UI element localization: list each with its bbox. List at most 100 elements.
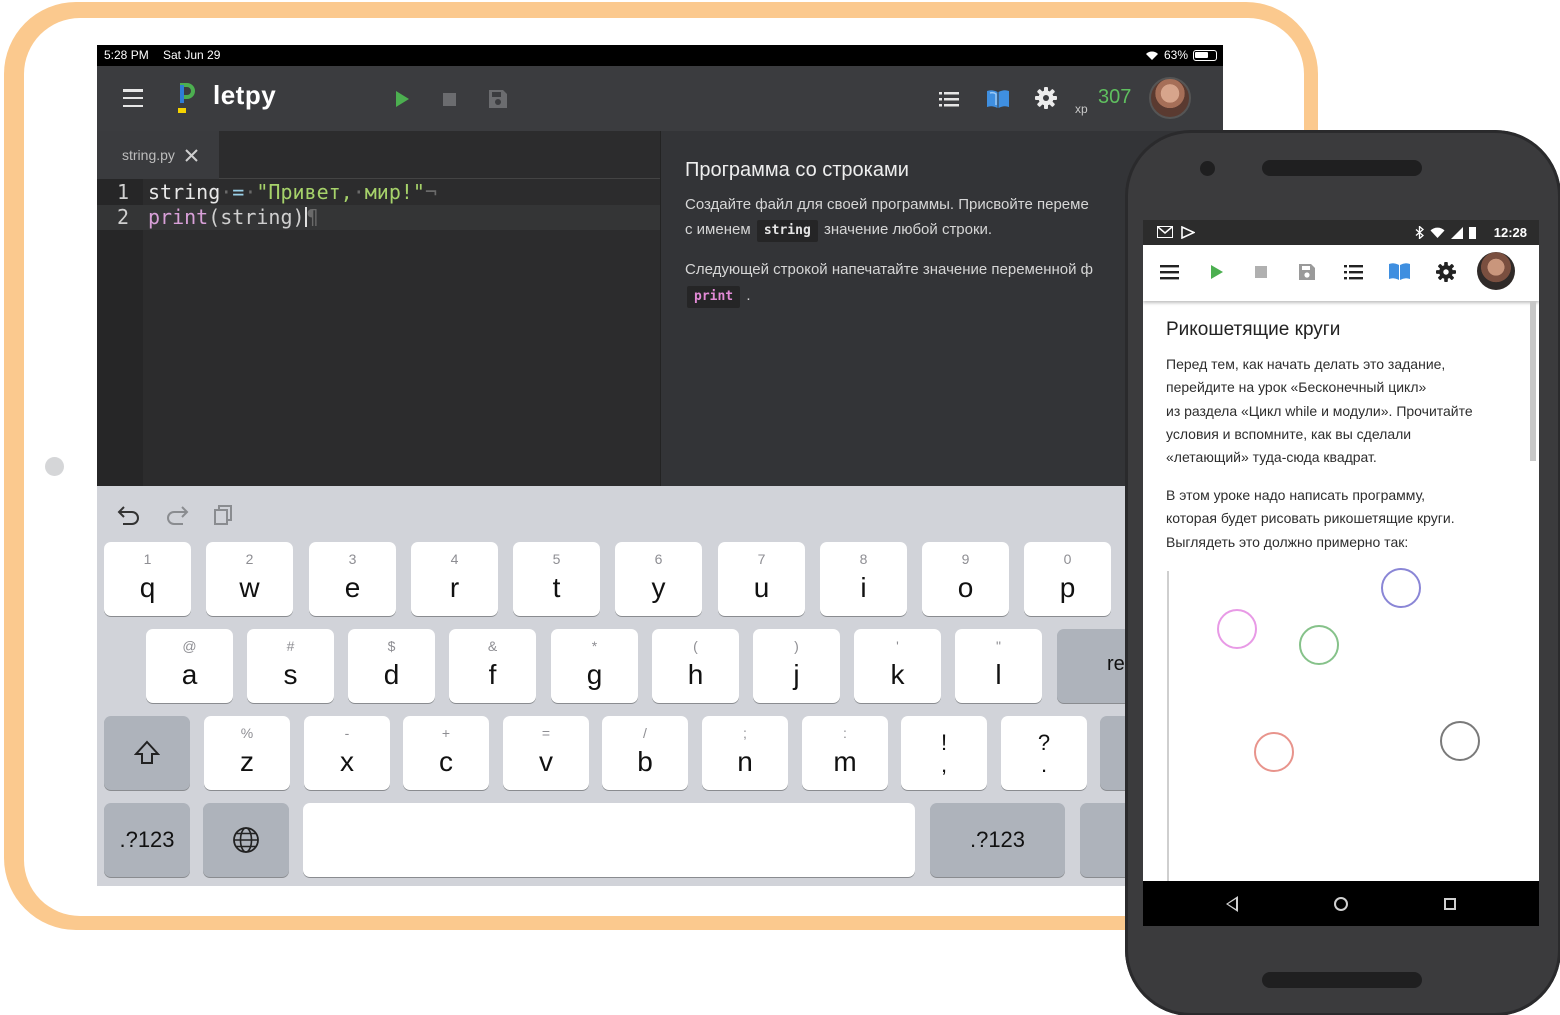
key-alt-label: 2 <box>245 551 254 567</box>
user-avatar[interactable] <box>1477 252 1515 290</box>
key-label: s <box>283 659 298 690</box>
key-a[interactable]: @ a <box>146 629 233 703</box>
home-icon[interactable] <box>1334 897 1348 911</box>
key-alt-label: * <box>591 638 598 654</box>
space-key[interactable] <box>303 803 915 877</box>
key-w[interactable]: 2w <box>206 542 293 616</box>
save-button[interactable] <box>487 88 509 110</box>
key-q[interactable]: 1q <box>104 542 191 616</box>
key-y[interactable]: 6y <box>615 542 702 616</box>
editor-tab-strip: string.py <box>97 131 660 179</box>
list-icon[interactable] <box>1344 264 1363 280</box>
code-editor[interactable]: string.py 1 string·=·"Привет,·мир!"¬ 2 p… <box>97 131 660 486</box>
key-alt-label: 4 <box>450 551 459 567</box>
key-label: l <box>995 659 1002 690</box>
key-h[interactable]: (h <box>652 629 739 703</box>
key-c[interactable]: + c <box>403 716 489 790</box>
key-p[interactable]: 0p <box>1024 542 1111 616</box>
key-r[interactable]: 4r <box>411 542 498 616</box>
key-d[interactable]: $ d <box>348 629 435 703</box>
inline-code: string <box>756 220 818 242</box>
code-line[interactable]: 1 string·=·"Привет,·мир!"¬ <box>97 180 660 205</box>
menu-icon-bar <box>123 89 143 92</box>
key-alt-label: 3 <box>348 551 357 567</box>
tablet-home-indicator <box>45 457 64 476</box>
phone-device: 12:28 Рикошетящие круги Перед тем, как н… <box>1125 130 1560 1015</box>
back-icon[interactable] <box>1226 896 1238 912</box>
task-text-line: с именем string значение любой строки. <box>685 218 992 242</box>
wifi-icon <box>1430 227 1445 238</box>
wifi-icon <box>1145 51 1158 60</box>
key-x[interactable]: -x <box>304 716 390 790</box>
run-button[interactable] <box>392 89 412 109</box>
key-o[interactable]: 9o <box>922 542 1009 616</box>
key-s[interactable]: # s <box>247 629 334 703</box>
phone-speaker <box>1262 160 1422 176</box>
key-n[interactable]: ; n <box>702 716 788 790</box>
menu-button[interactable] <box>122 89 144 107</box>
key-z[interactable]: % z <box>204 716 290 790</box>
letpy-logo-icon <box>178 83 195 113</box>
key-u[interactable]: 7u <box>718 542 805 616</box>
key-label: t <box>552 572 561 603</box>
stop-button[interactable] <box>441 91 457 107</box>
user-avatar[interactable] <box>1149 77 1191 119</box>
save-icon[interactable] <box>1298 263 1316 281</box>
key-g[interactable]: * g <box>551 629 638 703</box>
close-icon[interactable] <box>184 148 199 163</box>
key-question-period[interactable]: ?. <box>1001 716 1087 790</box>
key-alt-label: " <box>996 638 1001 654</box>
key-j[interactable]: ) j <box>753 629 840 703</box>
stop-icon[interactable] <box>1255 266 1267 278</box>
menu-icon[interactable] <box>1160 264 1180 280</box>
globe-key[interactable] <box>203 803 289 877</box>
key-t[interactable]: 5t <box>513 542 600 616</box>
task-book-button[interactable] <box>985 87 1011 111</box>
lessons-list-button[interactable] <box>938 88 960 110</box>
code-token: = <box>232 180 245 204</box>
stop-icon <box>442 92 456 106</box>
lesson-paragraph: В этом уроке надо написать программу, ко… <box>1166 484 1526 554</box>
settings-button[interactable] <box>1034 86 1058 110</box>
key-e[interactable]: 3e <box>309 542 396 616</box>
key-m[interactable]: :m <box>802 716 888 790</box>
line-number: 1 <box>117 180 130 204</box>
recent-apps-icon[interactable] <box>1444 898 1456 910</box>
key-alt-label: ; <box>743 725 747 741</box>
key-label: n <box>737 746 753 777</box>
key-exclamation-comma[interactable]: !, <box>901 716 987 790</box>
play-icon[interactable] <box>1210 264 1224 280</box>
key-f[interactable]: & f <box>449 629 536 703</box>
key-i[interactable]: 8i <box>820 542 907 616</box>
key-v[interactable]: = v <box>503 716 589 790</box>
tab-string-py[interactable]: string.py <box>97 131 219 179</box>
task-text: с именем <box>685 221 751 238</box>
tablet-status-bar: 5:28 PM Sat Jun 29 63% <box>97 45 1223 66</box>
line-number: 2 <box>117 205 130 229</box>
key-alt-label: = <box>541 725 551 741</box>
clipboard-icon[interactable] <box>213 504 233 526</box>
key-l[interactable]: " l <box>955 629 1042 703</box>
numbers-key-right[interactable]: .?123 <box>930 803 1065 877</box>
numbers-key[interactable]: .?123 <box>104 803 190 877</box>
code-line[interactable]: 2 print(string) ¶ <box>97 205 660 230</box>
gear-icon[interactable] <box>1436 262 1456 282</box>
lesson-title: Рикошетящие круги <box>1166 319 1341 340</box>
lesson-content: Рикошетящие круги Перед тем, как начать … <box>1143 301 1539 881</box>
shift-icon <box>134 740 160 764</box>
undo-icon[interactable] <box>117 504 141 526</box>
shift-key[interactable] <box>104 716 190 790</box>
key-label: o <box>957 572 974 603</box>
key-label: u <box>753 572 770 603</box>
key-b[interactable]: / b <box>602 716 688 790</box>
app-name: letpy <box>213 80 277 110</box>
play-store-icon <box>1181 226 1195 239</box>
tablet-screen: 5:28 PM Sat Jun 29 63% letpy xp 307 stri… <box>97 45 1223 886</box>
redo-icon[interactable] <box>165 504 189 526</box>
book-icon[interactable] <box>1388 262 1411 281</box>
scrollbar[interactable] <box>1530 301 1536 461</box>
android-nav-bar <box>1143 881 1539 926</box>
key-k[interactable]: ' k <box>854 629 941 703</box>
phone-screen: 12:28 Рикошетящие круги Перед тем, как н… <box>1143 220 1539 926</box>
pilcrow-marker: ¶ <box>306 205 319 229</box>
